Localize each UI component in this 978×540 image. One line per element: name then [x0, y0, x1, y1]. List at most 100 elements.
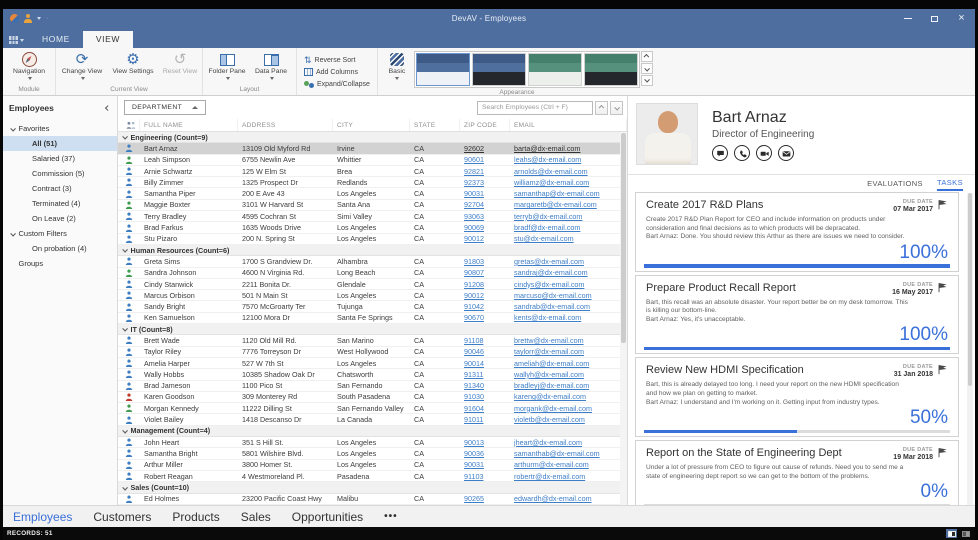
phone-button[interactable]: [734, 145, 750, 161]
table-row-maggie-boxter[interactable]: Maggie Boxter 3101 W Harvard St Santa An…: [118, 199, 627, 212]
sidebar-section-groups[interactable]: Groups: [3, 256, 117, 271]
tab-evaluations[interactable]: EVALUATIONS: [867, 177, 923, 190]
zip-link[interactable]: 90265: [464, 494, 484, 503]
nav-item-more[interactable]: •••: [384, 511, 398, 522]
flag-button[interactable]: [937, 199, 948, 210]
sidebar-item-commission-5[interactable]: Commission (5): [3, 166, 117, 181]
email-link[interactable]: bradf@dx-email.com: [514, 223, 580, 232]
email-link[interactable]: gretas@dx-email.com: [514, 257, 584, 266]
search-next-button[interactable]: [610, 100, 623, 115]
flag-button[interactable]: [937, 282, 948, 293]
zip-link[interactable]: 91604: [464, 404, 484, 413]
group-by-department-button[interactable]: DEPARTMENT: [124, 100, 207, 115]
email-link[interactable]: terryb@dx-email.com: [514, 212, 582, 221]
gallery-scroll-down-button[interactable]: [640, 63, 653, 74]
zip-link[interactable]: 91208: [464, 280, 484, 289]
mail-button[interactable]: [778, 145, 794, 161]
sidebar-item-contract-3[interactable]: Contract (3): [3, 181, 117, 196]
email-link[interactable]: violetb@dx-email.com: [514, 415, 585, 424]
email-link[interactable]: margaretb@dx-email.com: [514, 200, 597, 209]
email-link[interactable]: sandrab@dx-email.com: [514, 302, 590, 311]
table-row-terry-bradley[interactable]: Terry Bradley 4595 Cochran St Simi Valle…: [118, 211, 627, 223]
search-prev-button[interactable]: [595, 100, 608, 115]
group-row-management-count-4[interactable]: Management (Count=4): [118, 425, 627, 438]
zip-link[interactable]: 91042: [464, 302, 484, 311]
email-link[interactable]: ameliah@dx-email.com: [514, 359, 589, 368]
column-header-full-name[interactable]: FULL NAME: [140, 119, 238, 131]
email-link[interactable]: arnolds@dx-email.com: [514, 167, 588, 176]
table-row-robert-reagan[interactable]: Robert Reagan 4 Westmoreland Pl. Pasaden…: [118, 470, 627, 483]
task-card-3[interactable]: Review New HDMI Specification DUE DATE 3…: [635, 357, 959, 438]
table-row-john-heart[interactable]: John Heart 351 S Hill St. Los Angeles CA…: [118, 437, 627, 449]
reset-view-button[interactable]: ↺ Reset View: [161, 50, 199, 76]
email-link[interactable]: leahs@dx-email.com: [514, 155, 581, 164]
task-card-4[interactable]: Report on the State of Engineering Dept …: [635, 440, 959, 505]
table-row-leah-simpson[interactable]: Leah Simpson 6755 Newlin Ave Whittier CA…: [118, 154, 627, 166]
grid-scrollbar[interactable]: [620, 132, 627, 505]
table-row-ken-samuelson[interactable]: Ken Samuelson 12100 Mora Dr Santa Fe Spr…: [118, 312, 627, 325]
table-row-violet-bailey[interactable]: Violet Bailey 1418 Descanso Dr La Canada…: [118, 414, 627, 426]
email-link[interactable]: barta@dx-email.com: [514, 144, 580, 153]
zip-link[interactable]: 90069: [464, 223, 484, 232]
email-link[interactable]: cindys@dx-email.com: [514, 280, 584, 289]
group-row-engineering-count-9[interactable]: Engineering (Count=9): [118, 132, 627, 144]
flag-button[interactable]: [937, 364, 948, 375]
minimize-button[interactable]: [894, 9, 921, 28]
task-card-2[interactable]: Prepare Product Recall Report DUE DATE 1…: [635, 274, 959, 355]
email-link[interactable]: arthurm@dx-email.com: [514, 460, 589, 469]
column-header-zip-code[interactable]: ZIP CODE: [460, 119, 510, 131]
zip-link[interactable]: 91340: [464, 381, 484, 390]
zip-link[interactable]: 92602: [464, 144, 484, 153]
table-row-brett-wade[interactable]: Brett Wade 1120 Old Mill Rd. San Marino …: [118, 335, 627, 347]
layout-toggle-button-1[interactable]: [946, 529, 957, 538]
sidebar-section-favorites[interactable]: Favorites: [3, 121, 117, 136]
table-row-sandy-bright[interactable]: Sandy Bright 7570 McGroarty Ter Tujunga …: [118, 301, 627, 313]
table-row-brad-farkus[interactable]: Brad Farkus 1635 Woods Drive Los Angeles…: [118, 222, 627, 234]
email-link[interactable]: kents@dx-email.com: [514, 313, 581, 322]
zip-link[interactable]: 91011: [464, 415, 483, 424]
zip-link[interactable]: 91030: [464, 392, 484, 401]
group-row-human-resources-count-6[interactable]: Human Resources (Count=6): [118, 244, 627, 257]
email-link[interactable]: sandraj@dx-email.com: [514, 268, 588, 277]
email-link[interactable]: marcuso@dx-email.com: [514, 291, 592, 300]
appearance-swatch-2[interactable]: [471, 53, 526, 86]
email-link[interactable]: samanthap@dx-email.com: [514, 189, 600, 198]
expand-collapse-button[interactable]: Expand/Collapse: [300, 78, 374, 90]
zip-link[interactable]: 90014: [464, 359, 484, 368]
search-input[interactable]: [477, 100, 593, 115]
zip-link[interactable]: 90046: [464, 347, 484, 356]
ribbon-tab-view[interactable]: VIEW: [82, 31, 134, 48]
email-link[interactable]: kareng@dx-email.com: [514, 392, 586, 401]
close-button[interactable]: ×: [948, 9, 975, 28]
zip-link[interactable]: 92704: [464, 200, 484, 209]
zip-link[interactable]: 91803: [464, 257, 484, 266]
zip-link[interactable]: 91108: [464, 336, 483, 345]
reverse-sort-button[interactable]: ⇅ Reverse Sort: [300, 54, 359, 66]
sidebar-item-on-probation-4[interactable]: On probation (4): [3, 241, 117, 256]
table-row-amelia-harper[interactable]: Amelia Harper 527 W 7th St Los Angeles C…: [118, 357, 627, 370]
add-columns-button[interactable]: Add Columns: [300, 66, 362, 78]
change-view-button[interactable]: ⟳ Change View: [59, 50, 105, 84]
appearance-swatch-4[interactable]: [583, 53, 638, 86]
zip-link[interactable]: 90670: [464, 313, 484, 322]
email-link[interactable]: samanthab@dx-email.com: [514, 449, 600, 458]
zip-link[interactable]: 90013: [464, 438, 484, 447]
email-link[interactable]: brettw@dx-email.com: [514, 336, 584, 345]
email-link[interactable]: wallyh@dx-email.com: [514, 370, 584, 379]
table-row-billy-zimmer[interactable]: Billy Zimmer 1325 Prospect Dr Redlands C…: [118, 177, 627, 189]
grid-scrollbar-thumb[interactable]: [621, 133, 626, 343]
row-icon-column-header[interactable]: [118, 119, 140, 131]
email-link[interactable]: edwardh@dx-email.com: [514, 494, 592, 503]
email-link[interactable]: robertr@dx-email.com: [514, 472, 585, 481]
zip-link[interactable]: 92821: [464, 167, 484, 176]
group-row-sales-count-10[interactable]: Sales (Count=10): [118, 482, 627, 494]
app-menu-button[interactable]: [3, 32, 29, 48]
sidebar-item-terminated-4[interactable]: Terminated (4): [3, 196, 117, 211]
table-row-ed-holmes[interactable]: Ed Holmes 23200 Pacific Coast Hwy Malibu…: [118, 493, 627, 505]
table-row-sandra-johnson[interactable]: Sandra Johnson 4600 N Virginia Rd. Long …: [118, 267, 627, 279]
table-row-wally-hobbs[interactable]: Wally Hobbs 10385 Shadow Oak Dr Chatswor…: [118, 369, 627, 381]
sidebar-section-custom-filters[interactable]: Custom Filters: [3, 226, 117, 241]
table-row-samantha-bright[interactable]: Samantha Bright 5801 Wilshire Blvd. Los …: [118, 448, 627, 460]
email-link[interactable]: jheart@dx-email.com: [514, 438, 582, 447]
table-row-greta-sims[interactable]: Greta Sims 1700 S Grandview Dr. Alhambra…: [118, 256, 627, 268]
